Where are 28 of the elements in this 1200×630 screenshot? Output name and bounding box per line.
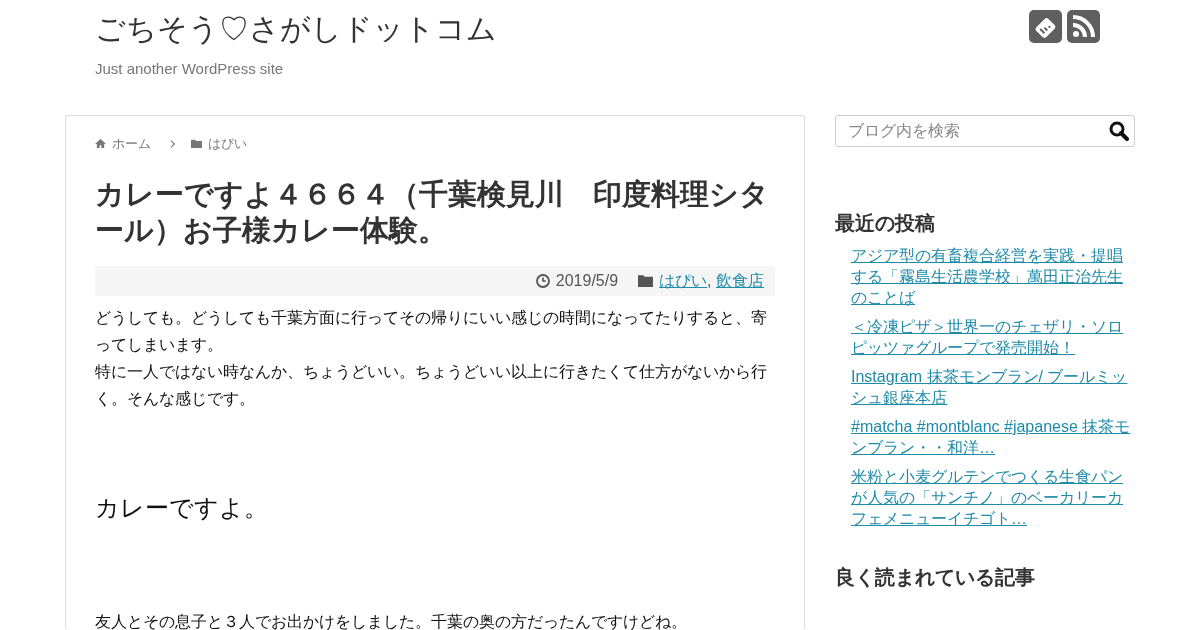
category-link[interactable]: 飲食店 [716,271,764,289]
search-field[interactable]: ブログ内を検索 [835,115,1135,147]
site-title[interactable]: ごちそう♡さがしドットコム [95,10,497,45]
breadcrumb-link[interactable]: はぴい [208,134,247,154]
rss-icon[interactable] [1067,10,1100,43]
tagline: Just another WordPress site [95,59,285,79]
recent-post-link[interactable]: アジア型の有畜複合経営を実践・提唱する「霧島生活農学校」萬田正治先生のことば [851,245,1135,308]
recent-post-link[interactable]: 米粉と小麦グルテンでつくる生食パンが人気の「サンチノ」のベーカリーカフェメニューイチゴト… [851,466,1135,529]
widget-title: 最近の投稿 [835,211,936,235]
body-paragraph: どうしても。どうしても千葉方面に行ってその帰りにいい感じの時間になってたりすると、寄ってしまいます。 [95,307,768,355]
widget-title: 良く読まれている記事 [835,565,1036,589]
comma: , [707,271,712,289]
breadcrumb-link[interactable]: ホーム [112,134,151,154]
body-paragraph: 友人とその息子と３人でお出かけをしました。千葉の奥の方だったんですけどね。 [95,612,688,630]
folder-icon [638,274,654,287]
recent-post-link[interactable]: ＜冷凍ピザ＞世界一のチェザリ・ソロピッツァグループで発売開始！ [851,316,1135,358]
body-paragraph: 特に一人ではない時なんか、ちょうどいい。ちょうどいい以上に行きたくて仕方がないから行く。そんな感じです。 [95,361,768,409]
section-heading: カレーですよ。 [95,493,269,523]
category-link[interactable]: はぴい [659,271,708,289]
post-date: 2019/5/9 [555,270,619,291]
search-icon[interactable] [1109,121,1129,141]
recent-post-link[interactable]: Instagram 抹茶モンブラン/ ブールミッシュ銀座本店 [851,366,1135,408]
clock-icon [535,273,550,288]
chevron-icon [169,139,177,148]
article-title: カレーですよ４６６４（千葉検見川 印度料理シタール）お子様カレー体験。 [95,176,770,248]
home-icon [95,138,106,150]
folder-icon [191,138,202,150]
recent-post-link[interactable]: #matcha #montblanc #japanese 抹茶モンブラン・・和洋… [851,416,1135,458]
